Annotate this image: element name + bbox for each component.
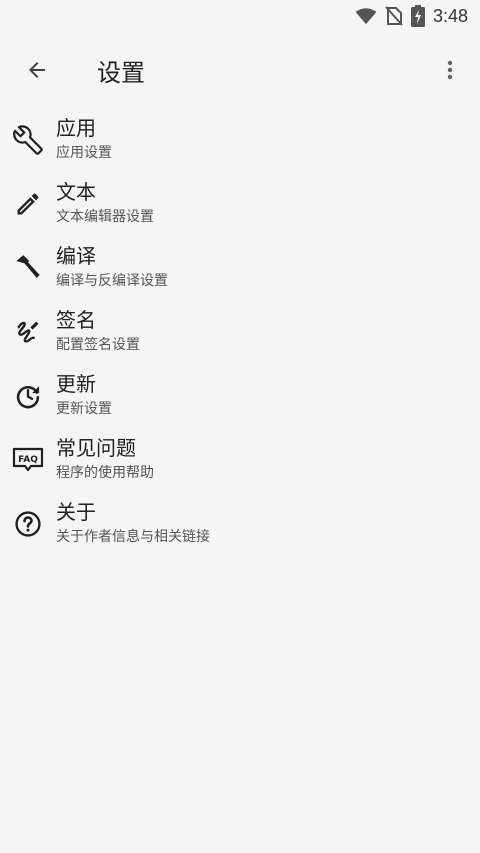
menu-item-compile[interactable]: 编译 编译与反编译设置 [0, 236, 480, 300]
menu-item-title: 更新 [56, 372, 96, 396]
menu-item-title: 关于 [56, 500, 96, 524]
help-circle-icon [10, 506, 46, 542]
battery-charging-icon [410, 5, 425, 27]
update-clock-icon [10, 378, 46, 414]
page-title: 设置 [97, 58, 145, 87]
svg-text:FAQ: FAQ [18, 455, 38, 465]
menu-item-subtitle: 关于作者信息与相关链接 [56, 529, 210, 545]
menu-item-subtitle: 配置签名设置 [56, 337, 140, 353]
faq-icon: FAQ [10, 442, 46, 478]
signature-icon [10, 314, 46, 350]
menu-item-subtitle: 更新设置 [56, 401, 112, 417]
wifi-icon [355, 7, 377, 25]
menu-item-faq[interactable]: FAQ 常见问题 程序的使用帮助 [0, 428, 480, 492]
settings-menu: 应用 应用设置 文本 文本编辑器设置 编译 编译与反编译设置 签名 配置签名设置… [0, 108, 480, 556]
arrow-back-icon [29, 62, 45, 78]
menu-item-title: 应用 [56, 116, 96, 140]
wrench-icon [10, 122, 46, 158]
menu-item-subtitle: 文本编辑器设置 [56, 209, 154, 225]
back-button[interactable] [13, 46, 61, 94]
pencil-icon [10, 186, 46, 222]
menu-item-subtitle: 应用设置 [56, 145, 112, 161]
menu-item-signature[interactable]: 签名 配置签名设置 [0, 300, 480, 364]
hammer-icon [10, 250, 46, 286]
app-bar: 设置 [0, 32, 480, 108]
status-bar: 3:48 [0, 0, 480, 32]
menu-item-subtitle: 程序的使用帮助 [56, 465, 154, 481]
more-options-button[interactable] [426, 46, 474, 94]
menu-item-about[interactable]: 关于 关于作者信息与相关链接 [0, 492, 480, 556]
menu-item-title: 签名 [56, 308, 96, 332]
menu-item-title: 文本 [56, 180, 96, 204]
menu-item-subtitle: 编译与反编译设置 [56, 273, 168, 289]
menu-item-update[interactable]: 更新 更新设置 [0, 364, 480, 428]
menu-item-title: 编译 [56, 244, 96, 268]
menu-item-app[interactable]: 应用 应用设置 [0, 108, 480, 172]
no-sim-icon [385, 6, 403, 26]
status-time: 3:48 [432, 5, 468, 26]
menu-item-text[interactable]: 文本 文本编辑器设置 [0, 172, 480, 236]
menu-item-title: 常见问题 [56, 436, 136, 460]
more-vert-icon [447, 60, 453, 80]
settings-screen: 3:48 设置 应用 应用设置 文本 文本编辑器设置 编译 编译与反编译设置 签… [0, 0, 480, 853]
